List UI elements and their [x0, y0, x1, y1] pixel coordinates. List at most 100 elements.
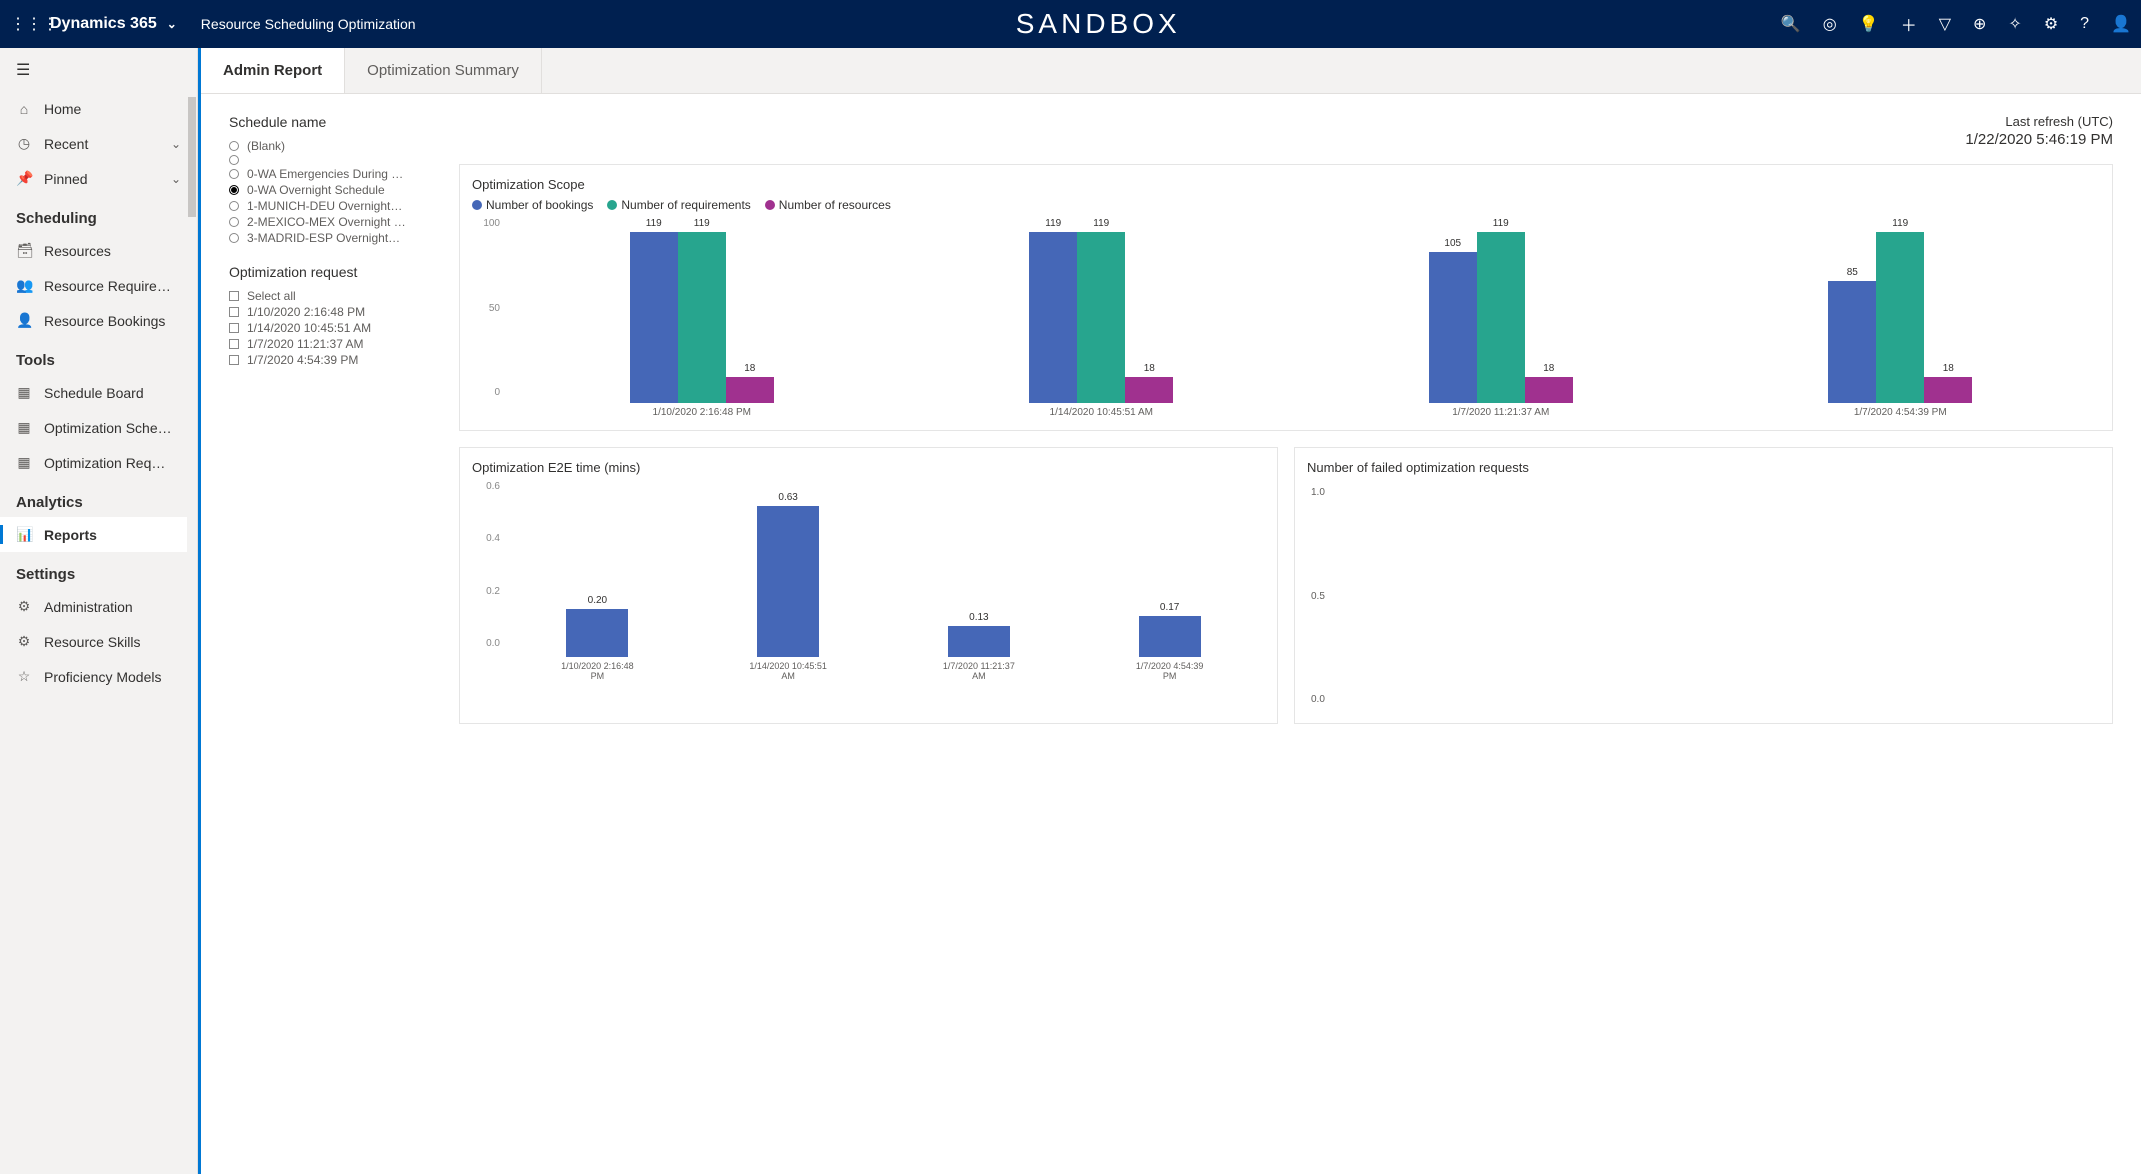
bar[interactable]: 119: [1077, 232, 1125, 403]
chart-legend: Number of bookingsNumber of requirements…: [472, 198, 2100, 212]
sidebar-item[interactable]: ▦Optimization Sche…: [0, 410, 197, 445]
main: Admin ReportOptimization Summary Schedul…: [201, 48, 2141, 1174]
filters-panel: Schedule name (Blank)0-WA Emergencies Du…: [229, 114, 439, 1154]
chart-title: Optimization E2E time (mins): [472, 460, 1265, 475]
schedule-option[interactable]: 0-WA Overnight Schedule: [229, 182, 439, 198]
nav-icon: ☆: [16, 668, 32, 685]
schedule-option[interactable]: [229, 154, 439, 166]
select-all[interactable]: Select all: [229, 288, 439, 304]
request-option[interactable]: 1/7/2020 4:54:39 PM: [229, 352, 439, 368]
bar[interactable]: 119: [1029, 232, 1077, 403]
bar-value: 18: [726, 363, 774, 374]
bar[interactable]: 119: [630, 232, 678, 403]
tab[interactable]: Admin Report: [201, 48, 345, 93]
option-label: (Blank): [247, 139, 285, 153]
bar[interactable]: 0.17: [1139, 616, 1201, 657]
chevron-down-icon[interactable]: ⌄: [171, 172, 181, 186]
bar[interactable]: 0.13: [948, 626, 1010, 657]
plus-circle-icon[interactable]: ⊕: [1973, 14, 1986, 34]
bar-value: 119: [1077, 218, 1125, 229]
nav-label: Administration: [44, 599, 133, 615]
checkbox-icon: [229, 339, 239, 349]
request-option[interactable]: 1/10/2020 2:16:48 PM: [229, 304, 439, 320]
sidebar-item[interactable]: 👤Resource Bookings: [0, 303, 197, 338]
sidebar-item[interactable]: 🗃Resources: [0, 233, 197, 268]
sidebar-item-recent[interactable]: ◷Recent⌄: [0, 126, 197, 161]
chart-title: Number of failed optimization requests: [1307, 460, 2100, 475]
option-label: Select all: [247, 289, 296, 303]
sidebar-item[interactable]: ⚙Administration: [0, 589, 197, 624]
bar[interactable]: 119: [1477, 232, 1525, 403]
schedule-option[interactable]: 0-WA Emergencies During …: [229, 166, 439, 182]
bar[interactable]: 85: [1828, 281, 1876, 403]
brand[interactable]: Dynamics 365 ⌄: [50, 15, 177, 33]
sidebar-item[interactable]: ▦Optimization Req…: [0, 445, 197, 480]
gear-icon[interactable]: ⚙: [2044, 14, 2058, 34]
sidebar-item[interactable]: 📊 Reports: [0, 517, 197, 552]
checkbox-icon: [229, 323, 239, 333]
sidebar-item[interactable]: ▦Schedule Board: [0, 375, 197, 410]
environment-badge: SANDBOX: [416, 8, 1781, 40]
user-icon[interactable]: 👤: [2111, 14, 2131, 34]
tab[interactable]: Optimization Summary: [345, 48, 542, 93]
bar[interactable]: 0.20: [566, 609, 628, 657]
bulb-icon[interactable]: 💡: [1859, 14, 1879, 34]
nav-icon: ⚙: [16, 633, 32, 650]
schedule-option[interactable]: 2-MEXICO-MEX Overnight …: [229, 214, 439, 230]
puzzle-icon[interactable]: ✧: [2008, 14, 2021, 34]
chevron-down-icon[interactable]: ⌄: [171, 137, 181, 151]
sidebar-item-pinned[interactable]: 📌Pinned⌄: [0, 161, 197, 196]
add-icon[interactable]: ＋: [1901, 12, 1917, 36]
sidebar-scrollbar[interactable]: [187, 92, 197, 1174]
option-label: 1/7/2020 4:54:39 PM: [247, 353, 358, 367]
bar[interactable]: 119: [678, 232, 726, 403]
bar[interactable]: 18: [1125, 377, 1173, 403]
request-option[interactable]: 1/14/2020 10:45:51 AM: [229, 320, 439, 336]
sidebar: ☰ ⌂ Home ◷Recent⌄📌Pinned⌄ Scheduling🗃Resou…: [0, 48, 198, 1174]
nav-label: Resource Require…: [44, 278, 171, 294]
bar[interactable]: 18: [1924, 377, 1972, 403]
category-label: 1/10/2020 2:16:48 PM: [653, 407, 751, 418]
sidebar-item[interactable]: ⚙Resource Skills: [0, 624, 197, 659]
sidebar-toggle-icon[interactable]: ☰: [0, 48, 197, 92]
legend-item: Number of requirements: [607, 198, 750, 212]
nav-label: Home: [44, 101, 81, 117]
bar-value: 18: [1525, 363, 1573, 374]
help-icon[interactable]: ?: [2080, 15, 2089, 33]
option-label: 1/7/2020 11:21:37 AM: [247, 337, 364, 351]
nav-icon: ⌂: [16, 101, 32, 117]
radio-icon: [229, 155, 239, 165]
request-option[interactable]: 1/7/2020 11:21:37 AM: [229, 336, 439, 352]
nav-label: Reports: [44, 527, 97, 543]
sidebar-item[interactable]: 👥Resource Require…: [0, 268, 197, 303]
legend-label: Number of resources: [779, 198, 891, 212]
legend-swatch: [607, 200, 617, 210]
bar-value: 119: [630, 218, 678, 229]
chevron-down-icon[interactable]: ⌄: [167, 17, 177, 31]
nav-icon: 📊: [16, 526, 32, 543]
bar[interactable]: 18: [726, 377, 774, 403]
task-icon[interactable]: ◎: [1823, 14, 1837, 34]
bar[interactable]: 0.63: [757, 506, 819, 657]
chart-e2e: 0.60.40.20.0 0.201/10/2020 2:16:48 PM0.6…: [472, 481, 1265, 681]
option-label: 1-MUNICH-DEU Overnight…: [247, 199, 402, 213]
nav-icon: ◷: [16, 135, 32, 152]
bar[interactable]: 119: [1876, 232, 1924, 403]
filter-icon[interactable]: ▽: [1939, 14, 1951, 34]
nav-heading: Scheduling: [0, 196, 197, 233]
sidebar-item[interactable]: ☆ Proficiency Models: [0, 659, 197, 694]
bar-group: 119119181/14/2020 10:45:51 AM: [902, 223, 1302, 418]
search-icon[interactable]: 🔍: [1781, 14, 1801, 34]
schedule-option[interactable]: (Blank): [229, 138, 439, 154]
bar[interactable]: 18: [1525, 377, 1573, 403]
legend-item: Number of resources: [765, 198, 891, 212]
schedule-option[interactable]: 1-MUNICH-DEU Overnight…: [229, 198, 439, 214]
nav-label: Proficiency Models: [44, 669, 162, 685]
sidebar-item-home[interactable]: ⌂ Home: [0, 92, 197, 126]
app-launcher-icon[interactable]: ⋮⋮⋮: [10, 14, 42, 34]
bar-group: 0.201/10/2020 2:16:48 PM: [502, 609, 693, 681]
bar[interactable]: 105: [1429, 252, 1477, 403]
schedule-option[interactable]: 3-MADRID-ESP Overnight…: [229, 230, 439, 246]
category-label: 1/7/2020 4:54:39 PM: [1130, 661, 1210, 681]
bar-value: 119: [1477, 218, 1525, 229]
